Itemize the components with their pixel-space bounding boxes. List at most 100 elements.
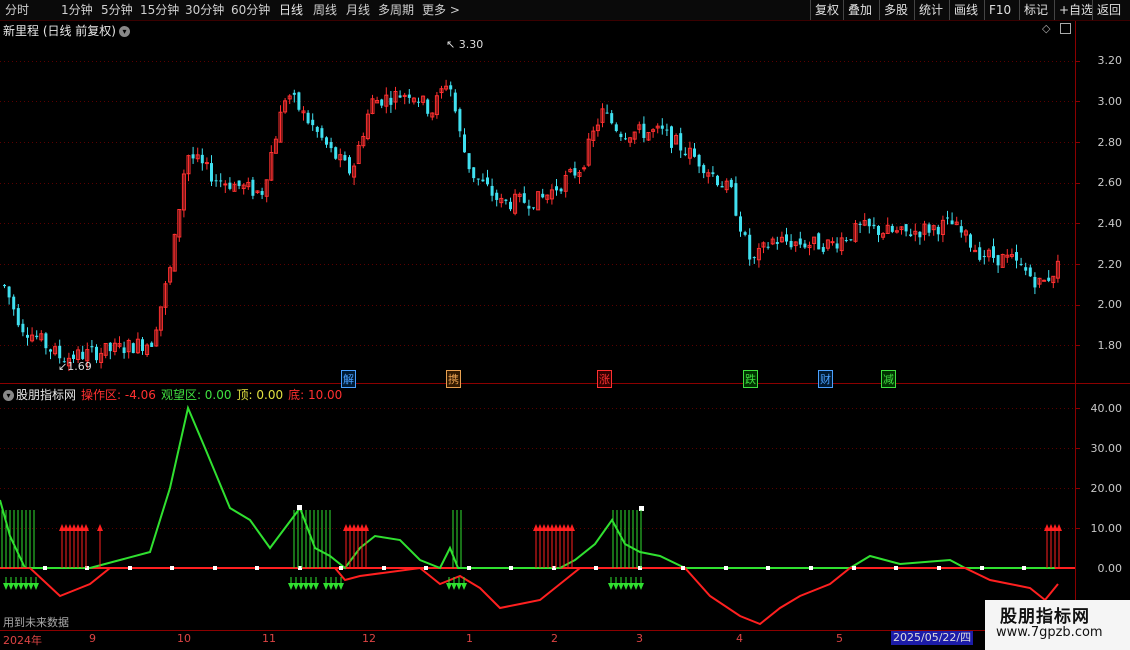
candle-body [356,144,361,165]
tab-monthly[interactable]: 月线 [346,2,370,18]
mark-button[interactable]: 标记 [1019,0,1052,20]
tab-60min[interactable]: 60分钟 [231,2,270,18]
fuquan-button[interactable]: 复权 [810,0,843,20]
event-marker-rise[interactable]: 涨 [597,370,612,388]
tab-daily[interactable]: 日线 [279,2,303,18]
candle-body [481,179,485,182]
tab-30min[interactable]: 30分钟 [185,2,224,18]
overlay-button[interactable]: 叠加 [843,0,876,20]
candle-body [563,174,568,192]
event-marker-reduce[interactable]: 减 [881,370,896,388]
candle-body [402,94,407,97]
candle-body [430,112,435,118]
candle-body [1047,277,1051,281]
tab-weekly[interactable]: 周线 [313,2,337,18]
candle-body [495,192,499,200]
stock-title[interactable]: 新里程 (日线 前复权) ▾ [3,22,130,39]
event-marker-carry[interactable]: 携 [446,370,461,388]
candle-body [26,334,29,338]
candle-body [642,123,646,138]
candle-body [697,154,701,167]
back-button[interactable]: 返回 [1092,0,1125,20]
event-marker-fall[interactable]: 跌 [743,370,758,388]
ind-y-tick-label: 20.00 [1090,482,1123,495]
down-arrow-icon [23,583,29,590]
candle-body [541,193,545,198]
up-arrow-icon [83,524,89,531]
indicator-series [0,404,1075,626]
up-arrow-icon [343,524,349,531]
candle-body [651,129,656,132]
chevron-down-icon[interactable]: ▾ [119,26,130,37]
candle-body [595,124,600,132]
candle-body [798,238,802,245]
y-tick-label: 2.20 [1097,258,1123,271]
candle-body [7,286,11,298]
candle-body [499,197,504,204]
zero-dot [937,566,941,570]
candle-body [1009,254,1014,257]
down-arrow-icon [451,583,457,590]
candle-body [821,247,825,252]
candle-body [287,95,292,100]
add-favorite-button[interactable]: +自选 [1054,0,1097,20]
down-arrow-icon [18,583,24,590]
zero-dot [382,566,386,570]
red-line [0,566,1059,626]
down-arrow-icon [323,583,329,590]
down-arrow-icon [446,583,452,590]
candle-body [894,230,899,233]
tab-1min[interactable]: 1分钟 [61,2,93,18]
event-marker-finance[interactable]: 财 [818,370,833,388]
tab-more[interactable]: 更多 > [422,2,460,18]
candle-body [559,188,563,192]
up-arrow-icon [355,524,361,531]
candle-body [338,154,343,161]
candle-body [384,94,389,107]
candle-body [509,201,512,210]
candle-body [693,148,696,157]
up-arrow-icon [351,524,357,531]
up-arrow-icon [545,524,551,531]
chevron-down-icon[interactable]: ▾ [3,390,14,401]
stats-button[interactable]: 统计 [914,0,947,20]
draw-line-button[interactable]: 画线 [949,0,982,20]
candle-body [135,338,140,354]
multi-stock-button[interactable]: 多股 [879,0,912,20]
tab-15min[interactable]: 15分钟 [140,2,179,18]
candle-body [522,193,526,203]
indicator-name[interactable]: 股朋指标网 [16,388,76,402]
candle-body [365,113,370,140]
candle-body [1051,275,1056,284]
down-arrow-icon [8,583,14,590]
up-arrow-icon [97,524,103,531]
candle-body [936,226,940,235]
down-arrow-icon [328,583,334,590]
candle-body [789,240,793,248]
candle-body [702,165,706,174]
candle-body [527,205,531,209]
candle-body [301,110,306,114]
up-arrow-icon [549,524,555,531]
candle-body [619,133,623,138]
candle-body [853,223,858,242]
candle-body [467,153,471,170]
tab-5min[interactable]: 5分钟 [101,2,133,18]
candle-body [996,255,1000,266]
candle-body [573,168,577,176]
zero-dot [255,566,259,570]
tab-timeshare[interactable]: 分时 [5,2,29,18]
candle-body [283,100,288,113]
tab-multi-period[interactable]: 多周期 [378,2,414,18]
candle-body [632,131,637,140]
zero-dot [980,566,984,570]
candle-body [586,138,591,166]
zero-dot [339,566,343,570]
window-toggle-icon[interactable] [1060,23,1071,34]
candle-body [545,194,550,200]
f10-button[interactable]: F10 [984,0,1015,20]
candle-body [549,189,554,200]
candle-body [963,230,968,236]
candle-body [16,308,20,326]
diamond-icon[interactable]: ◇ [1042,22,1050,35]
